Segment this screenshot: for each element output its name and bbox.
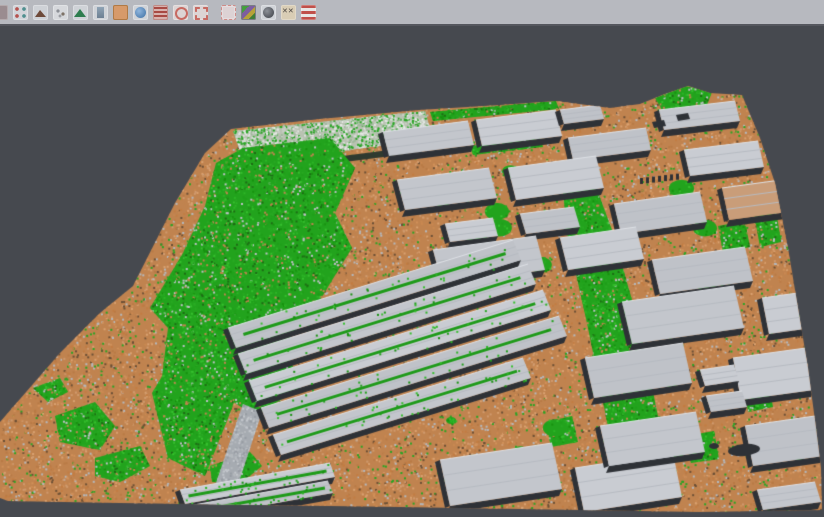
application-window: { "toolbar": { "background": "#b7b9bf", …: [0, 0, 824, 517]
cross-markers-icon[interactable]: [281, 5, 296, 20]
cropped-partial-icon[interactable]: [0, 5, 8, 20]
viewport-3d[interactable]: [0, 26, 824, 515]
terrain-vegetation-icon[interactable]: [73, 5, 88, 20]
profile-lines-icon[interactable]: [153, 5, 168, 20]
building-column-icon[interactable]: [93, 5, 108, 20]
dashed-region-icon[interactable]: [221, 5, 236, 20]
globe-icon[interactable]: [133, 5, 148, 20]
classification-palette-icon[interactable]: [241, 5, 256, 20]
terrain-brown-icon[interactable]: [33, 5, 48, 20]
dark-sphere-icon[interactable]: [261, 5, 276, 20]
toolbar: [0, 0, 824, 26]
sparse-points-icon[interactable]: [53, 5, 68, 20]
circle-selection-icon[interactable]: [173, 5, 188, 20]
rectangle-selection-icon[interactable]: [193, 5, 208, 20]
striped-flag-icon[interactable]: [301, 5, 316, 20]
ground-tile-icon[interactable]: [113, 5, 128, 20]
snap-points-icon[interactable]: [13, 5, 28, 20]
